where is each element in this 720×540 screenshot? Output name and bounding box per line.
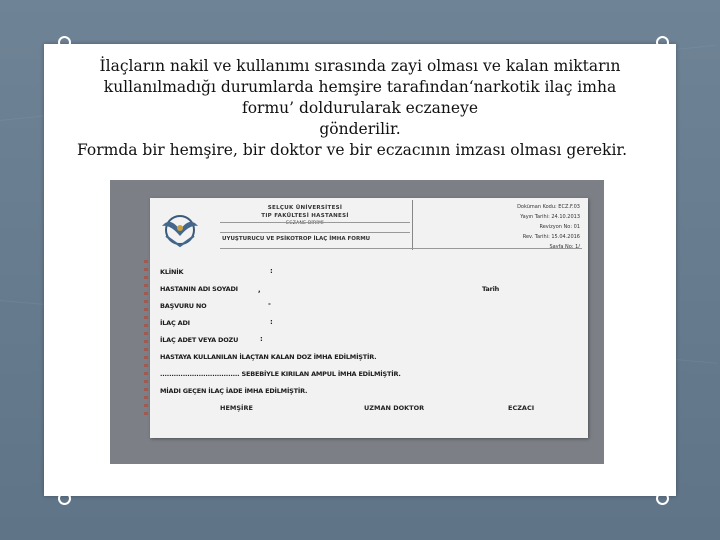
hospital-name: TIP FAKÜLTESİ HASTANESİ (261, 213, 349, 219)
ring-decoration (656, 36, 669, 49)
institution-name: SELÇUK ÜNİVERSİTESİ (267, 205, 343, 211)
field-broken-ampoule: ................................... SEBE… (160, 370, 401, 378)
ring-decoration (58, 492, 71, 505)
ring-decoration (58, 36, 71, 49)
field-drug-name: İLAÇ ADI (160, 319, 190, 327)
divider (220, 232, 410, 233)
form-binding-edge (144, 260, 148, 420)
form-photo: SELÇUK ÜNİVERSİTESİ TIP FAKÜLTESİ HASTAN… (110, 180, 604, 464)
university-seal-icon (162, 215, 198, 248)
signature-nurse: HEMŞİRE (220, 404, 253, 412)
divider (412, 200, 413, 250)
document-code: Doküman Kodu: ECZ.F.03 (517, 204, 580, 210)
signature-doctor: UZMAN DOKTOR (364, 404, 425, 412)
field-drug-amount: İLAÇ ADET VEYA DOZU (160, 336, 239, 344)
revision-date: Rev. Tarihi: 15.04.2016 (522, 234, 580, 240)
form-title: UYUŞTURUCU VE PSİKOTROP İLAÇ İMHA FORMU (222, 236, 371, 242)
document-info: Doküman Kodu: ECZ.F.03 Yayın Tarihi: 24.… (418, 202, 586, 252)
divider (220, 222, 410, 223)
disposal-form: SELÇUK ÜNİVERSİTESİ TIP FAKÜLTESİ HASTAN… (150, 198, 588, 438)
caption-line: kullanılmadığı durumlarda hemşire tarafı… (103, 78, 617, 96)
field-clinic: KLİNİK (160, 268, 184, 276)
caption-line: gönderilir. (319, 120, 401, 138)
field-patient-name: HASTANIN ADI SOYADI (160, 285, 238, 293)
caption-line: Formda bir hemşire, bir doktor ve bir ec… (76, 141, 628, 159)
caption-line: formu’ doldurularak eczaneye (241, 99, 479, 117)
slide: İlaçların nakil ve kullanımı sırasında z… (44, 36, 676, 505)
colon: : (270, 318, 273, 326)
colon: - (268, 300, 271, 308)
colon: : (260, 335, 263, 343)
colon: : (270, 267, 273, 275)
publication-date: Yayın Tarihi: 24.10.2013 (520, 214, 580, 220)
signature-pharmacist: ECZACI (508, 404, 535, 412)
ring-decoration (656, 492, 669, 505)
divider (220, 248, 582, 249)
slide-caption: İlaçların nakil ve kullanımı sırasında z… (44, 56, 676, 161)
revision-number: Revizyon No: 01 (539, 224, 580, 230)
colon: , (258, 286, 261, 294)
page-number: Sayfa No: 1/ (549, 244, 580, 250)
field-date: Tarih (482, 285, 500, 293)
field-remaining-dose: HASTAYA KULLANILAN İLAÇTAN KALAN DOZ İMH… (160, 353, 377, 361)
field-protocol-no: BAŞVURU NO (160, 302, 207, 310)
caption-line: İlaçların nakil ve kullanımı sırasında z… (99, 57, 621, 75)
form-header: SELÇUK ÜNİVERSİTESİ TIP FAKÜLTESİ HASTAN… (220, 204, 390, 228)
field-expired-drug: MİADI GEÇEN İLAÇ İADE İMHA EDİLMİŞTİR. (160, 387, 308, 395)
